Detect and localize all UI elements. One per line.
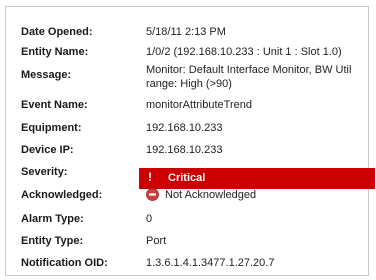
notification-oid-value: 1.3.6.1.4.1.3477.1.27.20.7 xyxy=(146,257,275,269)
severity-critical-badge: ! Critical xyxy=(139,168,375,189)
event-name-value: monitorAttributeTrend xyxy=(146,99,252,111)
acknowledged-label: Acknowledged: xyxy=(21,189,103,201)
date-opened-label: Date Opened: xyxy=(21,26,93,38)
entity-name-label: Entity Name: xyxy=(21,46,89,58)
severity-value: Critical xyxy=(168,172,206,184)
no-entry-icon xyxy=(146,188,159,201)
severity-label: Severity: xyxy=(21,166,68,178)
notification-oid-label: Notification OID: xyxy=(21,257,108,269)
message-value-line1: Monitor: Default Interface Monitor, BW U… xyxy=(146,64,352,76)
alarm-details-panel: Date Opened: 5/18/11 2:13 PM Entity Name… xyxy=(5,6,375,276)
alarm-details-page: Date Opened: 5/18/11 2:13 PM Entity Name… xyxy=(0,0,376,280)
acknowledged-value: Not Acknowledged xyxy=(165,189,257,201)
exclamation-icon: ! xyxy=(148,170,152,184)
entity-name-value: 1/0/2 (192.168.10.233 : Unit 1 : Slot 1.… xyxy=(146,46,342,58)
entity-type-value: Port xyxy=(146,235,167,247)
device-ip-value: 192.168.10.233 xyxy=(146,144,223,156)
device-ip-label: Device IP: xyxy=(21,144,74,156)
message-label: Message: xyxy=(21,69,72,81)
equipment-label: Equipment: xyxy=(21,122,82,134)
alarm-type-value: 0 xyxy=(146,213,153,225)
alarm-type-label: Alarm Type: xyxy=(21,213,84,225)
message-value-line2: range: High (>90) xyxy=(146,78,232,90)
date-opened-value: 5/18/11 2:13 PM xyxy=(146,26,226,38)
event-name-label: Event Name: xyxy=(21,99,88,111)
equipment-value: 192.168.10.233 xyxy=(146,122,223,134)
entity-type-label: Entity Type: xyxy=(21,235,84,247)
